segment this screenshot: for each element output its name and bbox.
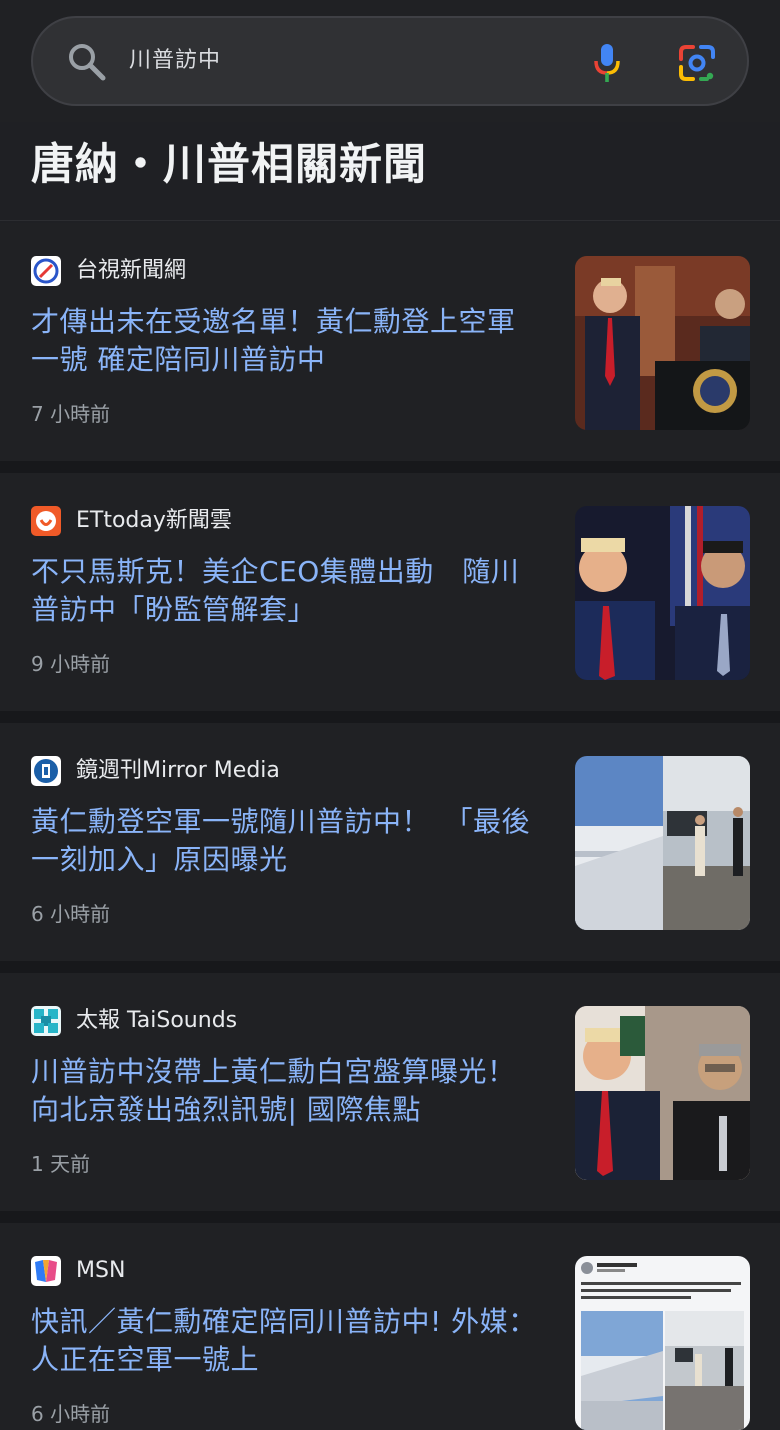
news-card[interactable]: ETtoday新聞雲 不只馬斯克！美企CEO集體出動 隨川普訪中「盼監管解套」 … <box>0 473 780 711</box>
news-card[interactable]: MSN 快訊／黃仁勳確定陪同川普訪中! 外媒：人正在空軍一號上 6 小時前 <box>0 1223 780 1430</box>
article-thumbnail[interactable] <box>575 256 750 430</box>
divider <box>0 220 780 221</box>
source-name: ETtoday新聞雲 <box>76 508 232 533</box>
source-logo-icon <box>31 1256 61 1286</box>
article-time: 9 小時前 <box>31 652 111 676</box>
source-name: 太報 TaiSounds <box>76 1008 238 1033</box>
source-name: 台視新聞網 <box>76 258 187 283</box>
article-time: 7 小時前 <box>31 402 111 426</box>
article-thumbnail[interactable] <box>575 756 750 930</box>
article-title[interactable]: 川普訪中沒帶上黃仁勳白宮盤算曝光！向北京發出強烈訊號| 國際焦點 <box>31 1053 541 1129</box>
source-logo-icon <box>31 756 61 786</box>
news-card[interactable]: 台視新聞網 才傳出未在受邀名單！黃仁勳登上空軍一號 確定陪同川普訪中 7 小時前 <box>0 223 780 461</box>
article-time: 1 天前 <box>31 1152 91 1176</box>
article-time: 6 小時前 <box>31 1402 111 1426</box>
source-logo-icon <box>31 1006 61 1036</box>
article-thumbnail[interactable] <box>575 506 750 680</box>
article-title[interactable]: 快訊／黃仁勳確定陪同川普訪中! 外媒：人正在空軍一號上 <box>31 1303 541 1379</box>
search-icon[interactable] <box>67 42 107 82</box>
card-separator <box>0 711 780 723</box>
article-time: 6 小時前 <box>31 902 111 926</box>
article-title[interactable]: 黃仁勳登空軍一號隨川普訪中！ 「最後一刻加入」原因曝光 <box>31 803 541 879</box>
article-title[interactable]: 不只馬斯克！美企CEO集體出動 隨川普訪中「盼監管解套」 <box>31 553 541 629</box>
card-separator <box>0 961 780 973</box>
card-separator <box>0 461 780 473</box>
source-name: MSN <box>76 1258 126 1283</box>
article-title[interactable]: 才傳出未在受邀名單！黃仁勳登上空軍一號 確定陪同川普訪中 <box>31 303 541 379</box>
news-card[interactable]: 太報 TaiSounds 川普訪中沒帶上黃仁勳白宮盤算曝光！向北京發出強烈訊號|… <box>0 973 780 1211</box>
news-card[interactable]: 鏡週刊Mirror Media 黃仁勳登空軍一號隨川普訪中！ 「最後一刻加入」原… <box>0 723 780 961</box>
search-input[interactable]: 川普訪中 <box>129 18 221 104</box>
source-logo-icon <box>31 506 61 536</box>
top-bar: 川普訪中 <box>0 0 780 122</box>
article-thumbnail[interactable] <box>575 1006 750 1180</box>
search-bar[interactable]: 川普訪中 <box>31 16 749 106</box>
microphone-icon[interactable] <box>591 42 623 84</box>
source-logo-icon <box>31 256 61 286</box>
google-lens-icon[interactable] <box>677 43 717 83</box>
article-thumbnail[interactable] <box>575 1256 750 1430</box>
source-name: 鏡週刊Mirror Media <box>76 758 280 783</box>
section-title: 唐納・川普相關新聞 <box>31 140 427 190</box>
card-separator <box>0 1211 780 1223</box>
